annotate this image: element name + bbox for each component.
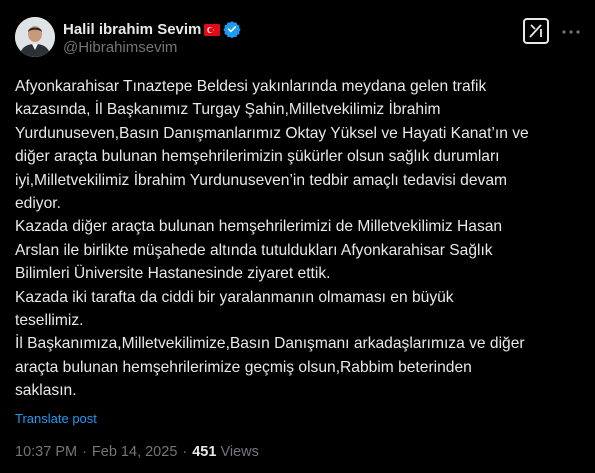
turkey-flag-icon [204, 23, 221, 36]
post-text-line: iyi,Milletvekilimiz İbrahim Yurdunuseven… [15, 171, 507, 189]
post-text-line: saklasın. [15, 382, 77, 400]
post-text-line: İl Başkanımıza,Milletvekilimize,Basın Da… [15, 335, 525, 353]
post-text-line: Bilimleri Üniversite Hastanesinde ziyare… [15, 265, 331, 283]
post-text-line: araçta bulunan hemşehrilerimize geçmiş o… [15, 358, 472, 376]
post-text-line: Arslan ile birlikte müşahede altında tut… [15, 241, 493, 259]
verified-badge-icon [223, 20, 242, 39]
post-text-line: kazasında, İl Başkanımız Turgay Şahin,Mi… [15, 101, 441, 119]
post-text-line: tesellimiz. [15, 312, 84, 330]
avatar[interactable] [15, 17, 55, 57]
avatar-image [15, 17, 55, 57]
post-text: Afyonkarahisar Tınaztepe Beldesi yakınla… [15, 75, 587, 403]
post-text-line: Kazada diğer araçta bulunan hemşehrileri… [15, 218, 503, 236]
post-metadata: 10:37 PM · Feb 14, 2025 · 451 Views [15, 444, 259, 460]
post-card: Halil ibrahim Sevim @Hibrahimsevim Afyon… [0, 0, 595, 473]
more-options-button[interactable] [561, 22, 581, 42]
more-options-icon [562, 30, 580, 34]
translate-post-link[interactable]: Translate post [15, 411, 97, 426]
grok-icon [529, 24, 542, 38]
post-text-line: ediyor. [15, 195, 61, 213]
views-label: Views [220, 444, 259, 460]
grok-button[interactable] [523, 18, 549, 44]
author-display-name[interactable]: Halil ibrahim Sevim [63, 21, 201, 38]
post-date[interactable]: Feb 14, 2025 [92, 444, 177, 460]
post-time[interactable]: 10:37 PM [15, 444, 77, 460]
post-text-line: Kazada iki tarafta da ciddi bir yaralanm… [15, 288, 454, 306]
views-count: 451 [192, 444, 217, 460]
meta-separator: · [182, 444, 188, 460]
author-handle[interactable]: @Hibrahimsevim [63, 39, 177, 56]
meta-separator: · [82, 444, 87, 460]
author-name-row: Halil ibrahim Sevim [63, 19, 242, 39]
post-text-line: diğer araçta bulunan hemşehrilerimizin ş… [15, 148, 500, 166]
post-text-line: Yurdunuseven,Basın Danışmanlarımız Oktay… [15, 124, 529, 142]
post-text-line: Afyonkarahisar Tınaztepe Beldesi yakınla… [15, 78, 487, 95]
